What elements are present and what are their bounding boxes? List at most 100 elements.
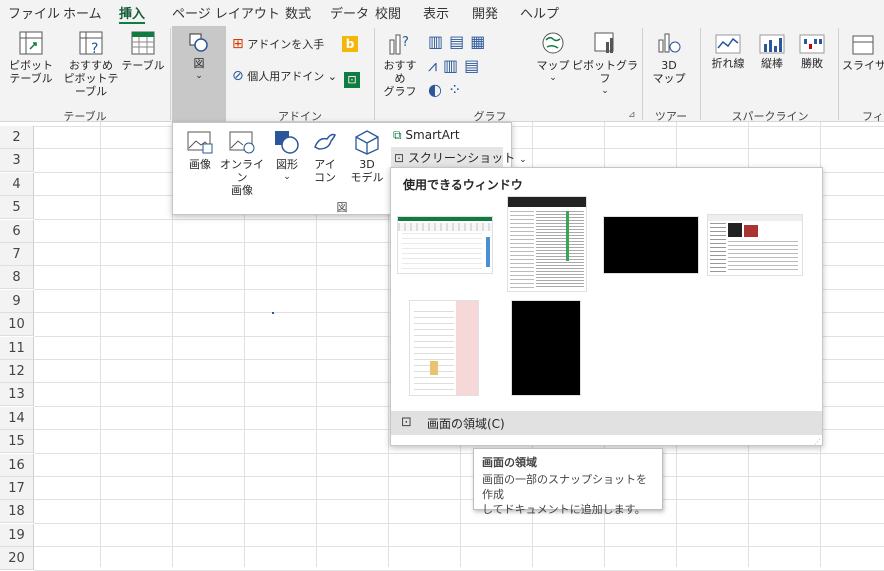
tab-help[interactable]: ヘルプ [520,3,559,23]
slicer-button[interactable]: スライサ [842,34,884,72]
3d-map-icon [658,33,681,53]
smartart-label: SmartArt [405,128,460,142]
recommended-chart-button[interactable]: ? おすすめ グラフ [380,30,420,98]
separator [374,28,375,120]
pivot-label-2: テーブル [9,72,53,85]
tab-insert[interactable]: 挿入 [119,3,146,25]
row-header[interactable]: 7 [0,243,34,266]
pivot-label-1: ピボット [9,59,53,72]
get-addins-button[interactable]: ⊞ アドインを入手 [232,37,352,51]
row-header[interactable]: 10 [0,313,34,337]
sparkline-winloss-button[interactable]: 勝敗 [792,34,832,70]
people-graph-icon[interactable]: ⊡ [344,72,360,88]
svg-text:?: ? [402,35,409,50]
row-header[interactable]: 8 [0,266,34,290]
3d-model-label-1: 3D [359,158,375,171]
pivot-table-icon [19,31,43,55]
screen-clipping-icon: ⊡ [401,415,412,430]
screenshot-icon: ⊡ [394,151,405,165]
tab-file[interactable]: ファイル [8,3,60,23]
sparkline-column-label: 縦棒 [761,57,783,70]
pivot-table-button[interactable]: ピボット テーブル [4,30,58,85]
slicer-icon [852,35,874,55]
online-image-button[interactable]: オンライン 画像 [219,129,265,197]
chart-dialog-launcher-icon[interactable]: ⊿ [628,110,636,120]
row-gridline [34,476,884,477]
line-chart-icon[interactable]: ⩘▥▤ [428,56,485,76]
row-gridline [34,522,884,524]
window-thumbnail-explorer[interactable] [507,196,587,292]
online-image-label-2: 画像 [231,184,253,197]
cursor-dot [272,312,274,314]
row-header[interactable]: 4 [0,172,34,196]
pie-chart-icon[interactable]: ◐⁘ [428,80,467,99]
get-addins-label: アドインを入手 [247,38,325,51]
map-chart-label: マップ [536,59,570,72]
3d-map-button[interactable]: 3D マップ [648,30,690,85]
tab-home[interactable]: ホーム [63,3,102,23]
icons-button[interactable]: アイ コン [307,129,343,184]
my-addins-chevron-icon: ⌄ [327,70,337,83]
row-header[interactable]: 12 [0,360,34,383]
column-chart-icon[interactable]: ▥▤▦ [428,32,491,51]
tooltip-line-2: してドキュメントに追加します。 [482,503,646,516]
row-header[interactable]: 15 [0,430,34,454]
row-header[interactable]: 19 [0,523,34,547]
map-chart-button[interactable]: マップ ⌄ [534,30,572,85]
addins-icon: ⊘ [232,68,244,84]
bing-icon[interactable]: b [342,36,358,52]
figure-button[interactable]: 図 ⌄ [172,26,226,122]
sparkline-line-button[interactable]: 折れ線 [706,34,750,70]
3d-map-label-2: マップ [652,72,686,85]
row-header[interactable]: 14 [0,406,34,430]
row-gridline [34,569,884,571]
tab-page-layout[interactable]: ページ レイアウト [172,3,280,23]
row-header[interactable]: 18 [0,500,34,524]
row-header[interactable]: 17 [0,477,34,500]
tooltip-title: 画面の領域 [482,456,537,469]
window-thumbnail-media[interactable] [707,214,803,276]
window-thumbnail-excel[interactable] [397,216,493,274]
row-header[interactable]: 11 [0,336,34,360]
recommended-chart-label-1: おすすめ [383,59,417,85]
tab-developer[interactable]: 開発 [472,3,498,23]
row-header[interactable]: 3 [0,149,34,173]
icons-label-2: コン [314,171,336,184]
table-button[interactable]: テーブル [120,30,166,72]
shapes-button[interactable]: 図形 ⌄ [269,129,305,184]
row-header[interactable]: 13 [0,383,34,407]
resize-grip-icon[interactable]: ⋰ [814,438,821,446]
image-icon [187,131,213,154]
row-header[interactable]: 6 [0,219,34,243]
screenshot-button[interactable]: ⊡ スクリーンショット ⌄ [391,147,527,167]
pivot-chart-icon [594,32,614,53]
row-header[interactable]: 16 [0,453,34,477]
row-header[interactable]: 9 [0,289,34,313]
figure-icon [189,33,208,52]
my-addins-button[interactable]: ⊘ 個人用アドイン ⌄ [232,68,352,84]
smartart-button[interactable]: ⧉ SmartArt [393,128,460,143]
sparkline-column-button[interactable]: 縦棒 [752,34,792,70]
tab-view[interactable]: 表示 [423,3,449,23]
window-thumbnail-black-1[interactable] [603,216,699,274]
shapes-icon [275,131,299,154]
row-gridline [34,452,884,454]
row-header[interactable]: 5 [0,196,34,220]
my-addins-label: 個人用アドイン [247,70,325,83]
tab-formulas[interactable]: 数式 [285,3,311,23]
window-thumbnail-black-2[interactable] [511,300,581,396]
row-header[interactable]: 2 [0,126,34,149]
window-thumbnail-document[interactable] [409,300,479,396]
figure-label: 図 [193,57,205,70]
screen-clipping-button[interactable]: ⊡ 画面の領域(C) [391,411,822,435]
pivot-chart-chevron-icon: ⌄ [601,86,609,96]
3d-model-button[interactable]: 3D モデル [345,129,389,184]
insert-image-button[interactable]: 画像 [181,129,219,171]
column-gridline [100,122,101,567]
tab-data[interactable]: データ [330,3,369,23]
recommended-pivot-button[interactable]: ? おすすめ ピボットテーブル [60,30,122,98]
tab-review[interactable]: 校閲 [375,3,401,23]
screenshot-label: スクリーンショット [407,151,516,165]
pivot-chart-button[interactable]: ピボットグラフ ⌄ [572,30,638,98]
screen-clipping-label: 画面の領域(C) [427,417,505,431]
